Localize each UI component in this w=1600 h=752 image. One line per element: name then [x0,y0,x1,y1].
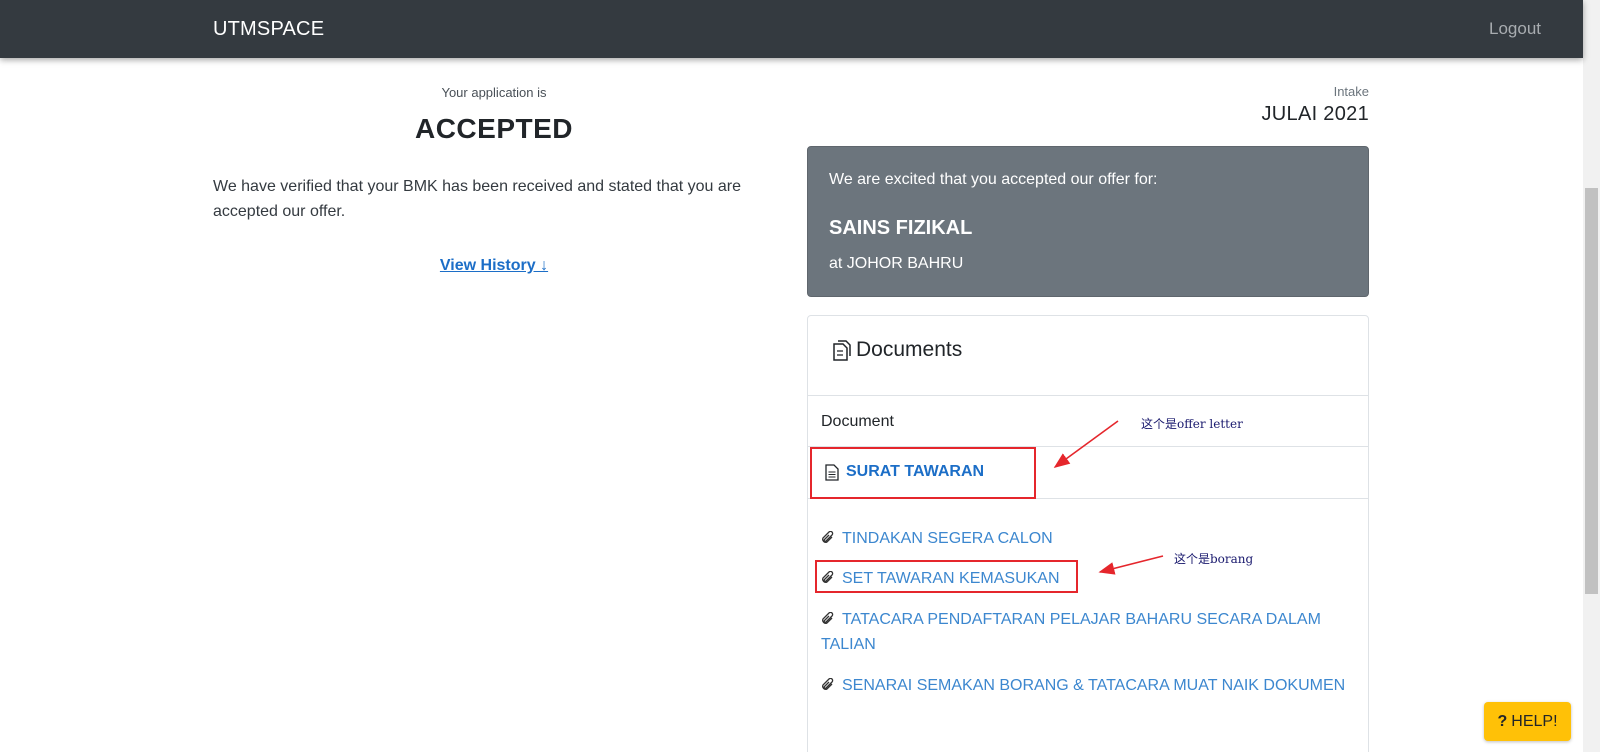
page-scrollbar[interactable] [1583,0,1600,752]
copy-documents-icon [833,340,851,361]
view-history-container: View History ↓ [213,257,775,275]
question-mark-icon: ? [1497,712,1508,730]
status-caption: Your application is [441,85,547,100]
annotation-box-offer-letter [810,447,1036,499]
annotation-note-offer-letter: 这个是offer letter [1141,417,1243,431]
paperclip-icon [822,612,834,624]
document-column-header: Document [808,396,1368,447]
attachment-link-tindakan[interactable]: TINDAKAN SEGERA CALON [821,526,1351,551]
attachment-label: SENARAI SEMAKAN BORANG & TATACARA MUAT N… [842,677,1346,694]
top-navbar: UTMSPACE Logout [0,0,1583,58]
brand-logo[interactable]: UTMSPACE [213,18,324,41]
attachment-label: TATACARA PENDAFTARAN PELAJAR BAHARU SECA… [821,611,1321,653]
help-label: HELP! [1511,712,1558,730]
attachment-link-tatacara[interactable]: TATACARA PENDAFTARAN PELAJAR BAHARU SECA… [821,607,1351,657]
annotation-box-borang [815,560,1078,593]
column-header-label: Document [821,413,894,430]
intake-value: JULAI 2021 [1261,103,1369,125]
attachment-link-senarai[interactable]: SENARAI SEMAKAN BORANG & TATACARA MUAT N… [821,673,1351,698]
application-status: ACCEPTED [414,113,573,144]
intake-caption: Intake [1333,84,1369,99]
logout-link[interactable]: Logout [1489,19,1541,39]
help-button[interactable]: ? HELP! [1484,702,1571,741]
scrollbar-thumb[interactable] [1585,188,1598,594]
documents-card: Documents Document SURAT TAWARAN TINDAKA… [807,315,1369,752]
status-message: We have verified that your BMK has been … [213,178,742,220]
view-history-link[interactable]: View History ↓ [440,257,548,274]
documents-header: Documents [808,316,1368,396]
offer-program: SAINS FIZIKAL [829,217,973,239]
offer-card: We are excited that you accepted our off… [807,146,1369,297]
offer-campus: at JOHOR BAHRU [829,255,964,272]
documents-title: Documents [856,338,963,361]
attachment-label: TINDAKAN SEGERA CALON [842,530,1053,547]
annotation-note-borang: 这个是borang [1174,552,1254,566]
paperclip-icon [822,531,834,543]
offer-intro: We are excited that you accepted our off… [829,171,1158,188]
paperclip-icon [822,678,834,690]
